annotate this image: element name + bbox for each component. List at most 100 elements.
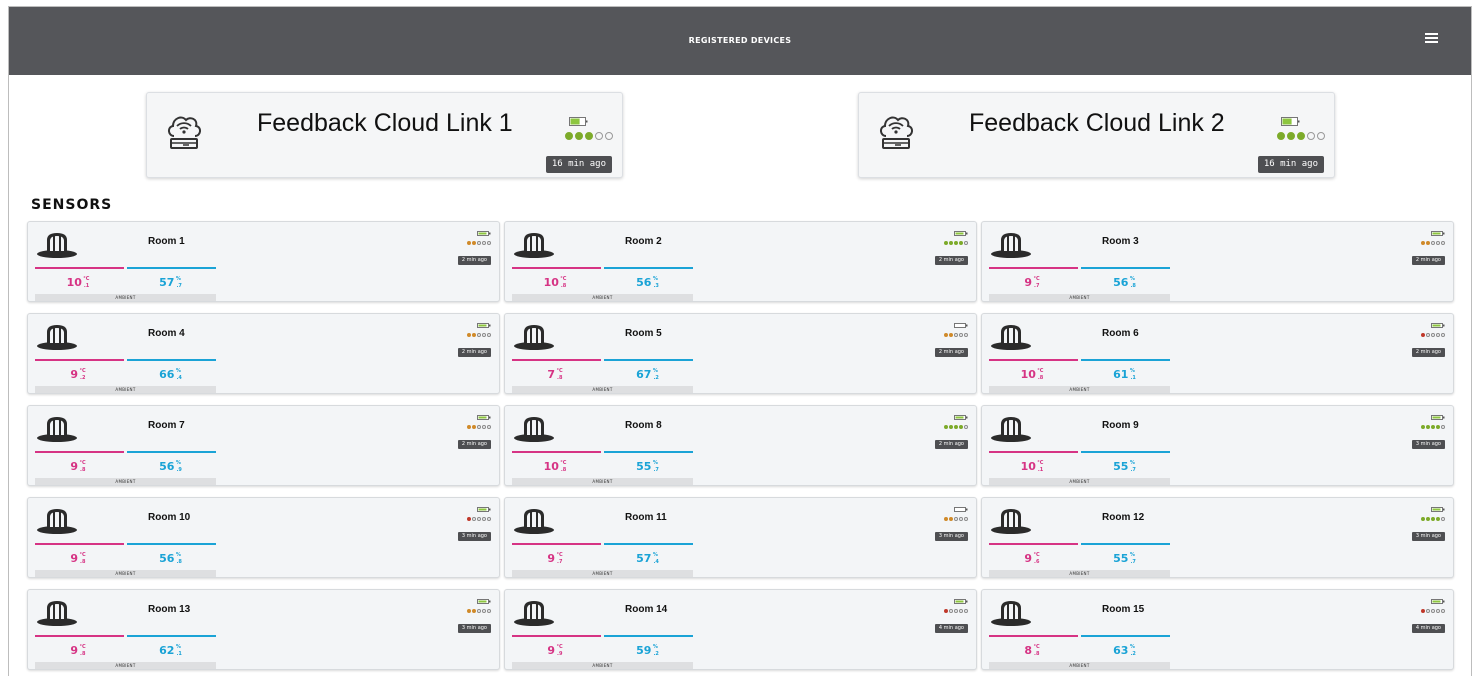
last-seen-badge: 3 min ago (1411, 440, 1445, 449)
temperature-value: 9.8°C (70, 460, 86, 473)
signal-strength-dots (1277, 132, 1325, 140)
signal-strength-dots (944, 517, 968, 521)
temperature-value: 8.8°C (1024, 644, 1040, 657)
temperature-bar (35, 451, 124, 453)
temperature-value: 10.8°C (543, 460, 567, 473)
sensor-card[interactable]: Room 14 4 min ago 9.9°C 59.2% AMBIENT (504, 589, 977, 670)
humidity-bar (127, 359, 216, 361)
last-seen-badge: 2 min ago (457, 440, 491, 449)
humidity-bar (1081, 451, 1170, 453)
gateway-card[interactable]: Feedback Cloud Link 2 16 min ago (858, 92, 1335, 178)
signal-dot (467, 425, 471, 429)
signal-dot (1436, 241, 1440, 245)
temperature-bar (512, 543, 601, 545)
signal-dot (944, 609, 948, 613)
sensor-card[interactable]: Room 5 2 min ago 7.8°C 67.2% AMBIENT (504, 313, 977, 394)
gateway-card[interactable]: Feedback Cloud Link 1 16 min ago (146, 92, 623, 178)
signal-dot (1421, 333, 1425, 337)
sensor-device-icon (991, 601, 1031, 626)
sensor-name: Room 13 (148, 604, 191, 615)
sensor-name: Room 4 (148, 328, 185, 339)
signal-strength-dots (467, 609, 491, 613)
signal-dot (1421, 609, 1425, 613)
battery-icon (1431, 231, 1445, 236)
sensor-device-icon (37, 417, 77, 442)
sensor-card[interactable]: Room 2 2 min ago 10.8°C 56.3% AMBIENT (504, 221, 977, 302)
ambient-label: AMBIENT (35, 478, 216, 485)
signal-dot (1441, 241, 1445, 245)
signal-dot (964, 333, 968, 337)
temperature-value: 7.8°C (547, 368, 563, 381)
temperature-value: 10.8°C (1020, 368, 1044, 381)
sensor-card[interactable]: Room 7 2 min ago 9.8°C 56.9% AMBIENT (27, 405, 500, 486)
signal-dot (1436, 517, 1440, 521)
temperature-value: 10.1°C (66, 276, 90, 289)
humidity-value: 66.4% (159, 368, 182, 381)
signal-dot (954, 333, 958, 337)
signal-dot (949, 425, 953, 429)
temperature-value: 9.2°C (70, 368, 86, 381)
last-seen-badge: 16 min ago (545, 156, 612, 173)
signal-dot (487, 517, 491, 521)
sensor-card[interactable]: Room 15 4 min ago 8.8°C 63.2% AMBIENT (981, 589, 1454, 670)
signal-strength-dots (944, 333, 968, 337)
battery-icon (954, 323, 968, 328)
sensor-card[interactable]: Room 8 2 min ago 10.8°C 55.7% AMBIENT (504, 405, 977, 486)
last-seen-badge: 4 min ago (1411, 624, 1445, 633)
sensor-device-icon (514, 325, 554, 350)
signal-dot (477, 333, 481, 337)
sensor-name: Room 1 (148, 236, 185, 247)
humidity-value: 57.7% (159, 276, 182, 289)
signal-strength-dots (467, 241, 491, 245)
sensor-device-icon (991, 417, 1031, 442)
signal-dot (1431, 609, 1435, 613)
signal-dot (964, 241, 968, 245)
sensor-device-icon (514, 417, 554, 442)
humidity-bar (604, 267, 693, 269)
sensor-device-icon (514, 601, 554, 626)
signal-strength-dots (467, 333, 491, 337)
temperature-bar (512, 635, 601, 637)
sensor-card[interactable]: Room 6 2 min ago 10.8°C 61.1% AMBIENT (981, 313, 1454, 394)
last-seen-badge: 2 min ago (457, 256, 491, 265)
sensor-device-icon (37, 233, 77, 258)
signal-dot (605, 132, 613, 140)
sensor-card[interactable]: Room 1 2 min ago 10.1°C 57.7% AMBIENT (27, 221, 500, 302)
signal-dot (477, 241, 481, 245)
signal-dot (964, 517, 968, 521)
signal-strength-dots (1421, 517, 1445, 521)
temperature-value: 9.9°C (547, 644, 563, 657)
signal-dot (487, 425, 491, 429)
sensor-card[interactable]: Room 12 3 min ago 9.6°C 55.7% AMBIENT (981, 497, 1454, 578)
battery-icon (954, 231, 968, 236)
sensor-card[interactable]: Room 13 3 min ago 9.8°C 62.1% AMBIENT (27, 589, 500, 670)
battery-icon (954, 507, 968, 512)
sensor-card[interactable]: Room 11 3 min ago 9.7°C 57.4% AMBIENT (504, 497, 977, 578)
sensors-section-title: SENSORS (31, 197, 113, 213)
temperature-value: 9.7°C (547, 552, 563, 565)
sensor-card[interactable]: Room 10 3 min ago 9.8°C 56.8% AMBIENT (27, 497, 500, 578)
signal-dot (954, 517, 958, 521)
sensor-device-icon (514, 509, 554, 534)
last-seen-badge: 2 min ago (1411, 348, 1445, 357)
humidity-value: 56.8% (159, 552, 182, 565)
battery-icon (1431, 415, 1445, 420)
sensor-name: Room 10 (148, 512, 191, 523)
sensor-card[interactable]: Room 4 2 min ago 9.2°C 66.4% AMBIENT (27, 313, 500, 394)
sensor-card[interactable]: Room 3 2 min ago 9.7°C 56.8% AMBIENT (981, 221, 1454, 302)
signal-dot (1426, 333, 1430, 337)
signal-dot (472, 425, 476, 429)
temperature-value: 9.7°C (1024, 276, 1040, 289)
signal-strength-dots (1421, 241, 1445, 245)
ambient-label: AMBIENT (35, 386, 216, 393)
hamburger-menu-icon[interactable] (1425, 33, 1438, 43)
humidity-value: 67.2% (636, 368, 659, 381)
signal-dot (1436, 609, 1440, 613)
battery-icon (1431, 507, 1445, 512)
last-seen-badge: 2 min ago (934, 440, 968, 449)
sensor-card[interactable]: Room 9 3 min ago 10.1°C 55.7% AMBIENT (981, 405, 1454, 486)
ambient-label: AMBIENT (512, 294, 693, 301)
sensor-name: Room 14 (625, 604, 668, 615)
signal-strength-dots (944, 425, 968, 429)
signal-dot (1436, 333, 1440, 337)
